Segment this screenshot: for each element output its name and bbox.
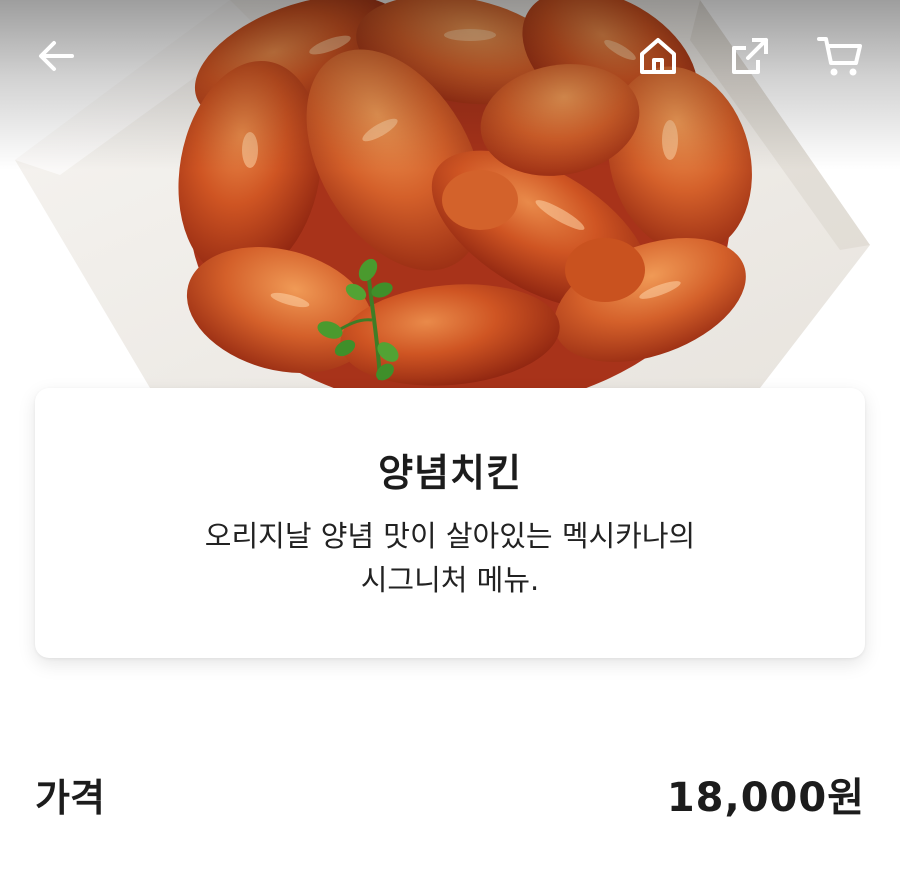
home-icon (640, 38, 676, 74)
arrow-left-icon (39, 41, 74, 71)
product-info-card: 양념치킨 오리지날 양념 맛이 살아있는 멕시카나의 시그니처 메뉴. (35, 388, 865, 658)
product-detail-page: 양념치킨 오리지날 양념 맛이 살아있는 멕시카나의 시그니처 메뉴. 가격 1… (0, 0, 900, 872)
share-icon (732, 38, 768, 74)
product-description-line-2: 시그니처 메뉴. (360, 563, 540, 597)
product-description: 오리지날 양념 맛이 살아있는 멕시카나의 시그니처 메뉴. (125, 514, 775, 602)
cart-button[interactable] (812, 28, 868, 84)
share-button[interactable] (722, 28, 778, 84)
cart-icon (817, 37, 862, 76)
back-button[interactable] (28, 28, 84, 84)
product-name: 양념치킨 (378, 451, 522, 495)
price-row: 가격 18,000원 (35, 764, 865, 824)
home-button[interactable] (630, 28, 686, 84)
top-navigation-bar (0, 0, 900, 112)
price-value: 18,000원 (666, 775, 865, 821)
product-description-line-1: 오리지날 양념 맛이 살아있는 멕시카나의 (204, 519, 696, 553)
price-label: 가격 (35, 775, 105, 820)
